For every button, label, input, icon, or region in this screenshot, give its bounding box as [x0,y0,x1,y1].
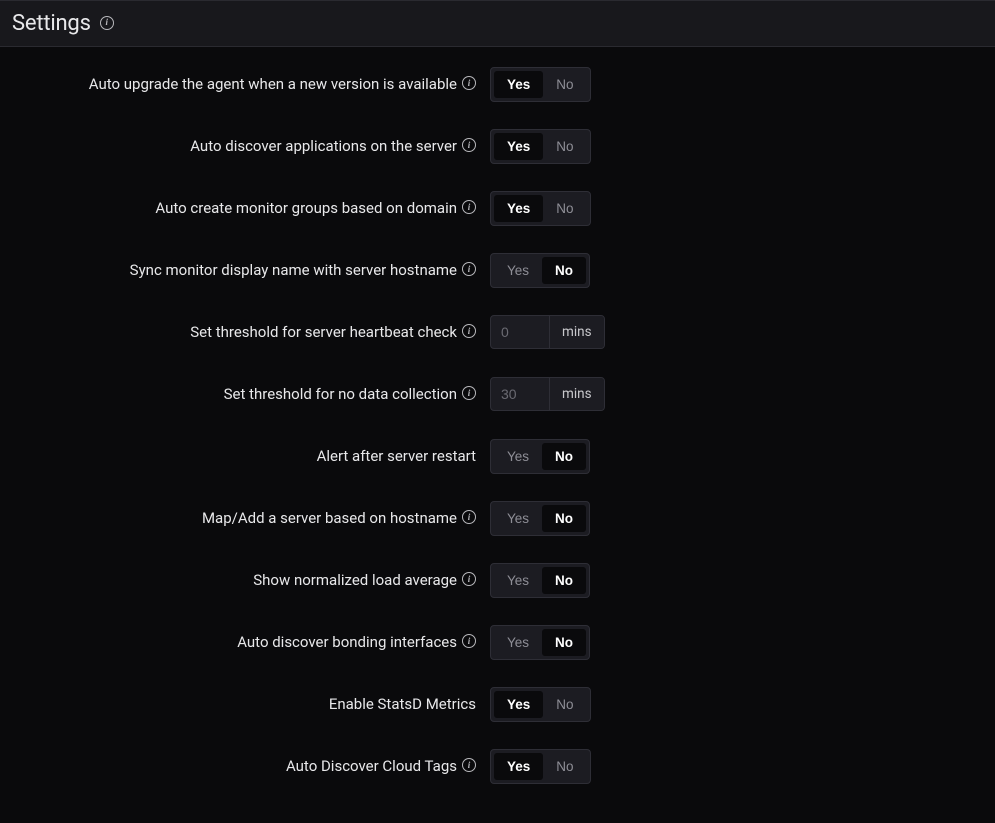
setting-label: Auto create monitor groups based on doma… [0,199,490,217]
toggle-no-button[interactable]: No [543,71,586,98]
threshold-input-group: mins [490,377,605,411]
settings-header: Settings [0,0,995,47]
setting-label: Auto discover applications on the server [0,137,490,155]
setting-control: YesNo [490,129,591,164]
setting-label: Set threshold for no data collection [0,385,490,403]
setting-label-text: Show normalized load average [253,571,457,589]
info-icon[interactable] [462,510,476,524]
setting-label-text: Set threshold for no data collection [224,385,457,403]
setting-label: Map/Add a server based on hostname [0,509,490,527]
info-icon[interactable] [462,138,476,152]
setting-label-text: Auto discover applications on the server [190,137,457,155]
setting-row-sync_hostname: Sync monitor display name with server ho… [0,251,995,289]
yes-no-toggle: YesNo [490,687,591,722]
toggle-no-button[interactable]: No [543,195,586,222]
setting-label-text: Alert after server restart [317,447,476,465]
setting-label: Alert after server restart [0,447,490,465]
setting-label: Sync monitor display name with server ho… [0,261,490,279]
yes-no-toggle: YesNo [490,253,590,288]
settings-list: Auto upgrade the agent when a new versio… [0,47,995,785]
info-icon[interactable] [462,324,476,338]
setting-control: YesNo [490,625,590,660]
setting-row-alert_restart: Alert after server restart YesNo [0,437,995,475]
setting-control: YesNo [490,67,591,102]
yes-no-toggle: YesNo [490,749,591,784]
yes-no-toggle: YesNo [490,501,590,536]
setting-row-nodata: Set threshold for no data collection mins [0,375,995,413]
setting-label-text: Set threshold for server heartbeat check [190,323,457,341]
setting-label: Enable StatsD Metrics [0,695,490,713]
setting-label: Set threshold for server heartbeat check [0,323,490,341]
setting-row-auto_upgrade: Auto upgrade the agent when a new versio… [0,65,995,103]
info-icon[interactable] [462,76,476,90]
setting-control: YesNo [490,191,591,226]
unit-label: mins [549,316,604,348]
unit-label: mins [549,378,604,410]
setting-label-text: Enable StatsD Metrics [329,695,476,713]
setting-control: YesNo [490,253,590,288]
info-icon[interactable] [100,16,114,30]
toggle-yes-button[interactable]: Yes [494,443,542,470]
setting-label-text: Map/Add a server based on hostname [202,509,457,527]
setting-label: Auto discover bonding interfaces [0,633,490,651]
threshold-input-group: mins [490,315,605,349]
info-icon[interactable] [462,572,476,586]
toggle-yes-button[interactable]: Yes [494,629,542,656]
setting-label: Show normalized load average [0,571,490,589]
toggle-no-button[interactable]: No [542,257,586,284]
yes-no-toggle: YesNo [490,625,590,660]
yes-no-toggle: YesNo [490,129,591,164]
toggle-yes-button[interactable]: Yes [494,71,543,98]
toggle-no-button[interactable]: No [542,629,586,656]
info-icon[interactable] [462,386,476,400]
info-icon[interactable] [462,634,476,648]
setting-control: YesNo [490,439,590,474]
setting-row-bonding: Auto discover bonding interfaces YesNo [0,623,995,661]
yes-no-toggle: YesNo [490,563,590,598]
setting-label-text: Auto discover bonding interfaces [237,633,457,651]
setting-row-normalized_load: Show normalized load average YesNo [0,561,995,599]
setting-row-map_hostname: Map/Add a server based on hostname YesNo [0,499,995,537]
setting-control: YesNo [490,749,591,784]
setting-control: YesNo [490,563,590,598]
info-icon[interactable] [462,758,476,772]
setting-label-text: Sync monitor display name with server ho… [130,261,457,279]
setting-label-text: Auto Discover Cloud Tags [286,757,457,775]
toggle-no-button[interactable]: No [542,505,586,532]
setting-row-auto_group: Auto create monitor groups based on doma… [0,189,995,227]
setting-label-text: Auto upgrade the agent when a new versio… [89,75,457,93]
threshold-input[interactable] [491,316,549,348]
setting-label: Auto Discover Cloud Tags [0,757,490,775]
toggle-no-button[interactable]: No [542,567,586,594]
setting-row-statsd: Enable StatsD Metrics YesNo [0,685,995,723]
setting-row-cloud_tags: Auto Discover Cloud Tags YesNo [0,747,995,785]
setting-control: mins [490,315,605,349]
yes-no-toggle: YesNo [490,67,591,102]
setting-control: YesNo [490,501,590,536]
toggle-no-button[interactable]: No [543,753,586,780]
toggle-no-button[interactable]: No [543,133,586,160]
setting-label: Auto upgrade the agent when a new versio… [0,75,490,93]
yes-no-toggle: YesNo [490,439,590,474]
setting-control: mins [490,377,605,411]
setting-label-text: Auto create monitor groups based on doma… [155,199,457,217]
toggle-yes-button[interactable]: Yes [494,691,543,718]
info-icon[interactable] [462,262,476,276]
toggle-yes-button[interactable]: Yes [494,567,542,594]
toggle-yes-button[interactable]: Yes [494,257,542,284]
toggle-yes-button[interactable]: Yes [494,753,543,780]
setting-control: YesNo [490,687,591,722]
toggle-yes-button[interactable]: Yes [494,133,543,160]
toggle-no-button[interactable]: No [543,691,586,718]
setting-row-heartbeat: Set threshold for server heartbeat check… [0,313,995,351]
toggle-no-button[interactable]: No [542,443,586,470]
yes-no-toggle: YesNo [490,191,591,226]
toggle-yes-button[interactable]: Yes [494,195,543,222]
setting-row-auto_discover_app: Auto discover applications on the server… [0,127,995,165]
info-icon[interactable] [462,200,476,214]
toggle-yes-button[interactable]: Yes [494,505,542,532]
page-title: Settings [12,11,91,36]
threshold-input[interactable] [491,378,549,410]
